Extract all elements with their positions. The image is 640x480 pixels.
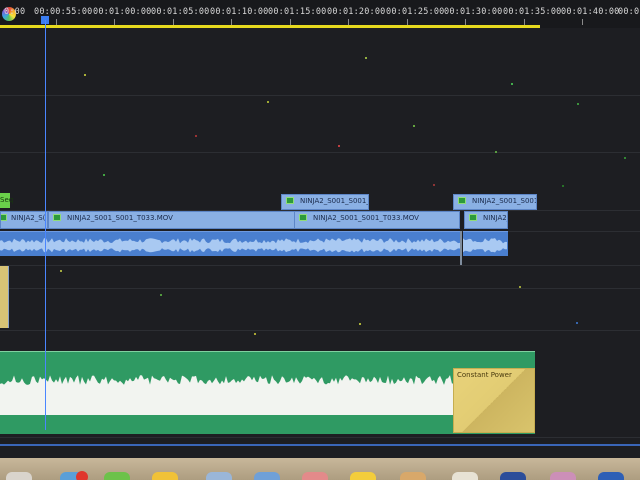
clip-label: NINJA2_S001_S001_T033.MOV — [67, 214, 173, 222]
video-clip[interactable]: NINJA2_S001_S001_T033.MOV — [48, 211, 296, 229]
clip-label: NINJA2_S001_S001_T033.MOV — [313, 214, 419, 222]
video-clip[interactable]: NINJA2_S001_S001_T0 — [281, 194, 369, 210]
fx-badge-icon — [469, 214, 477, 221]
audio-clip-left[interactable] — [0, 266, 9, 328]
ruler-tick-label: 00:01:30:00 — [444, 7, 503, 17]
app-icon[interactable] — [550, 472, 576, 480]
playhead-line[interactable] — [45, 20, 46, 430]
work-area-bar[interactable] — [0, 25, 540, 28]
app-icon[interactable] — [302, 472, 328, 480]
app-icon[interactable] — [254, 472, 280, 480]
edit-point — [460, 231, 462, 265]
audio-waveform — [463, 238, 507, 253]
fx-badge-icon — [1, 214, 7, 221]
time-ruler[interactable]: 0:00 00:00:55:00 00:01:00:00 00:01:05:00… — [0, 0, 640, 28]
app-icon[interactable] — [152, 472, 178, 480]
fx-badge-icon — [299, 214, 307, 221]
app-icon[interactable] — [350, 472, 376, 480]
fx-badge-icon — [286, 197, 294, 204]
audio-waveform — [0, 375, 455, 415]
video-clip[interactable]: NINJA2_S001_S001_T033.MOV — [294, 211, 460, 229]
audio-clip[interactable] — [0, 231, 460, 256]
video-clip[interactable]: NINJA2_S001_S001_T — [453, 194, 537, 210]
ruler-tick-label: 00:01: — [618, 7, 640, 17]
app-icon[interactable] — [452, 472, 478, 480]
fx-badge-icon — [458, 197, 466, 204]
clip-label: NINJA2_S001_S001_T — [472, 197, 536, 205]
ruler-tick-label: 00:01:25:00 — [386, 7, 445, 17]
ruler-tick-label: 00:01:40:00 — [561, 7, 620, 17]
video-clip[interactable]: NINJA2_S — [464, 211, 508, 229]
clip-label: NINJA2_S — [483, 214, 507, 222]
audio-clip[interactable] — [463, 231, 508, 256]
notification-badge — [76, 471, 88, 480]
app-icon[interactable] — [598, 472, 624, 480]
app-icon[interactable] — [500, 472, 526, 480]
ruler-tick-label: 00:01:15:00 — [268, 7, 327, 17]
video-clip[interactable]: NINJA2_S( — [0, 211, 48, 229]
ruler-tick-label: 00:01:10:00 — [210, 7, 269, 17]
app-icon[interactable] — [104, 472, 130, 480]
ruler-tick-label: 00:01:35:00 — [503, 7, 562, 17]
audio-waveform — [0, 238, 460, 253]
fx-badge-icon — [53, 214, 61, 221]
app-icon[interactable] — [400, 472, 426, 480]
ruler-tick-label: 00:01:20:00 — [327, 7, 386, 17]
track-divider — [0, 444, 640, 446]
constant-power-transition[interactable]: Constant Power — [453, 368, 535, 433]
ruler-tick-label: 00:01:00:00 — [93, 7, 152, 17]
transition-label: Constant Power — [457, 371, 512, 379]
clip-label: NINJA2_S( — [11, 214, 46, 222]
ruler-tick-label: 00:01:05:00 — [151, 7, 210, 17]
app-icon[interactable] — [206, 472, 232, 480]
timeline-panel: 0:00 00:00:55:00 00:01:00:00 00:01:05:00… — [0, 0, 640, 480]
clip-label: NINJA2_S001_S001_T0 — [300, 197, 368, 205]
ruler-tick-label: 0:00 — [4, 7, 26, 17]
sequence-clip-label: Seq — [0, 196, 14, 204]
finder-icon[interactable] — [6, 472, 32, 480]
